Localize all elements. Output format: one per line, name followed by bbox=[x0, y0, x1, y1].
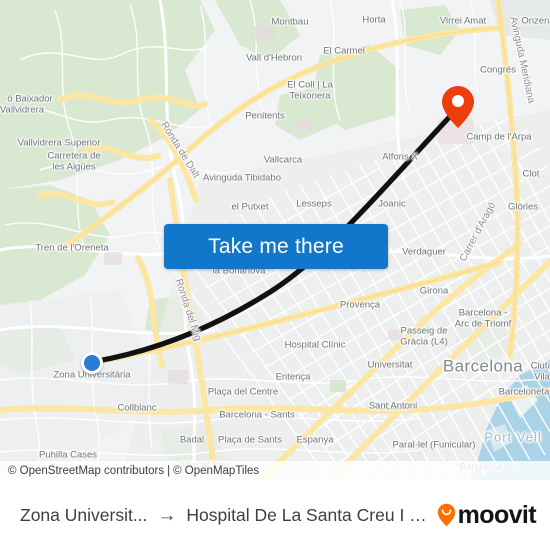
map-canvas[interactable]: MontbauHortaVirrei AmatOnzenaVall d'Hebr… bbox=[0, 0, 550, 480]
map-attribution: © OpenStreetMap contributors | © OpenMap… bbox=[0, 461, 550, 480]
origin-label: Zona Universit... bbox=[20, 504, 148, 525]
moovit-pin-icon bbox=[437, 503, 455, 527]
moovit-logo[interactable]: moovit bbox=[437, 500, 550, 529]
attribution-openmaptiles[interactable]: © OpenMapTiles bbox=[173, 465, 259, 477]
destination-label: Hospital De La Santa Creu I Sant ... bbox=[186, 504, 436, 525]
arrow-icon: → bbox=[157, 504, 177, 526]
take-me-there-button[interactable]: Take me there bbox=[164, 224, 388, 269]
route-summary: Zona Universit... → Hospital De La Santa… bbox=[0, 505, 437, 526]
footer-bar: Zona Universit... → Hospital De La Santa… bbox=[0, 480, 550, 550]
destination-marker[interactable] bbox=[441, 85, 475, 129]
origin-marker[interactable] bbox=[81, 352, 103, 374]
attribution-separator: | bbox=[167, 464, 171, 477]
moovit-wordmark: moovit bbox=[457, 500, 537, 529]
attribution-osm[interactable]: © OpenStreetMap contributors bbox=[8, 465, 164, 477]
moovit-map-screen: MontbauHortaVirrei AmatOnzenaVall d'Hebr… bbox=[0, 0, 550, 550]
